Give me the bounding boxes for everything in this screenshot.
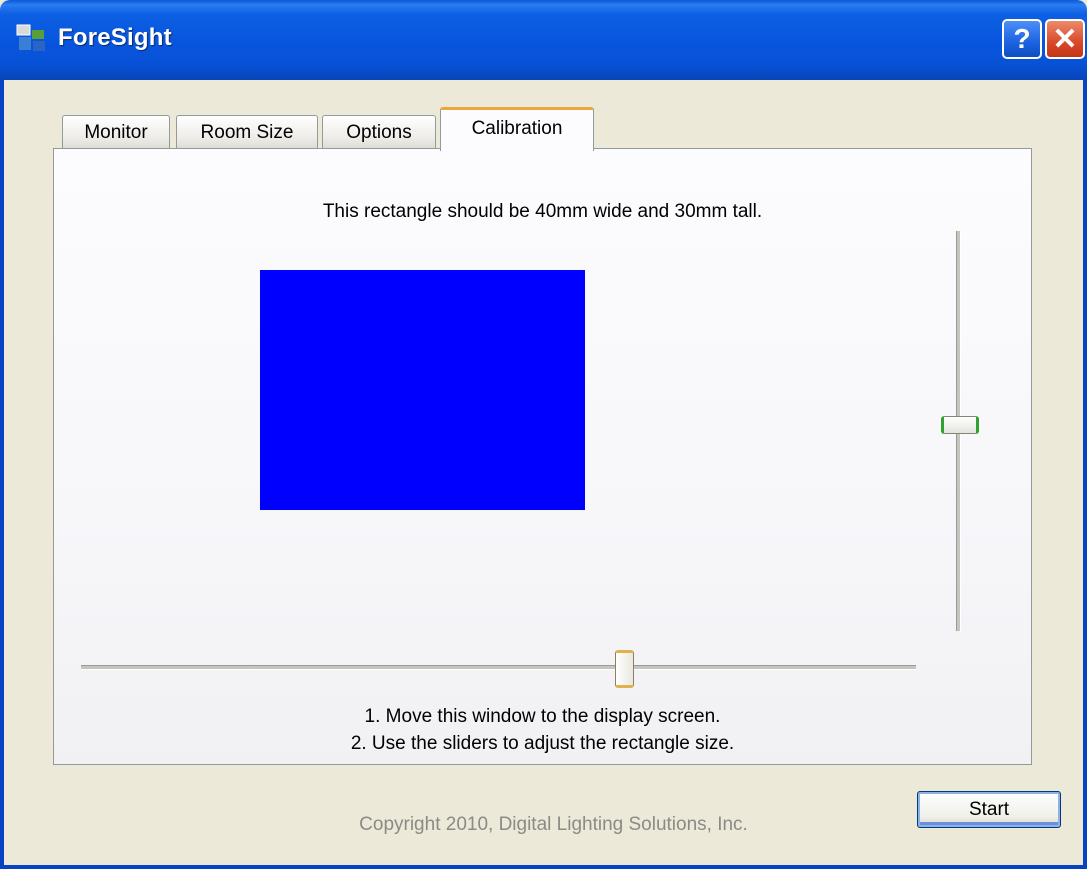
step-1-text: 1. Move this window to the display scree…	[364, 706, 721, 727]
foresight-app-icon	[16, 22, 48, 54]
tab-calibration[interactable]: Calibration	[440, 107, 594, 151]
step-2-text: 2. Use the sliders to adjust the rectang…	[350, 733, 735, 754]
window-border-left	[0, 80, 4, 869]
title-bar[interactable]: ForeSight ? ✕	[0, 0, 1087, 80]
tab-monitor[interactable]: Monitor	[62, 115, 170, 149]
calibration-panel: This rectangle should be 40mm wide and 3…	[53, 148, 1032, 765]
foresight-window: ForeSight ? ✕ Monitor Room Size Options …	[0, 0, 1087, 869]
horizontal-slider-thumb[interactable]	[615, 650, 634, 688]
help-button[interactable]: ?	[1002, 19, 1042, 59]
vertical-slider-thumb[interactable]	[941, 416, 979, 434]
calibration-instruction: This rectangle should be 40mm wide and 3…	[322, 201, 763, 222]
calibration-rectangle	[260, 270, 585, 510]
window-border-right	[1083, 80, 1087, 869]
window-border-bottom	[0, 865, 1087, 869]
window-title: ForeSight	[58, 24, 172, 51]
tab-room-size[interactable]: Room Size	[176, 115, 318, 149]
tab-options[interactable]: Options	[322, 115, 436, 149]
close-button[interactable]: ✕	[1045, 19, 1085, 59]
horizontal-slider-track[interactable]	[81, 665, 916, 670]
start-button[interactable]: Start	[917, 791, 1061, 828]
